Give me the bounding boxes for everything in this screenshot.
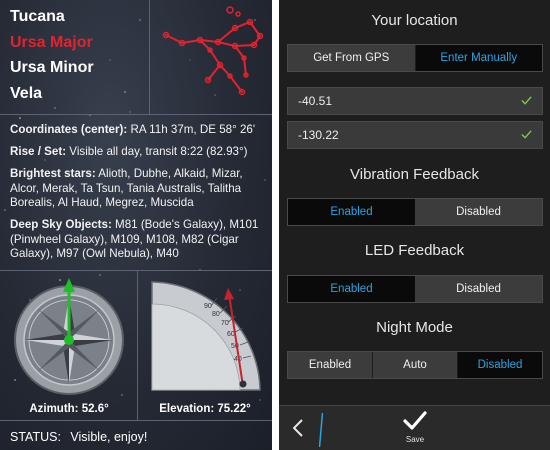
vibration-disabled-option[interactable]: Disabled <box>415 199 542 225</box>
vibration-title: Vibration Feedback <box>350 166 479 183</box>
led-title: LED Feedback <box>364 242 465 259</box>
constellation-item[interactable]: Vela <box>10 81 94 107</box>
deep-sky-label: Deep Sky Objects: <box>10 218 112 231</box>
constellation-item[interactable]: Ursa Minor <box>10 55 94 81</box>
elevation-tick-label: 80 <box>212 311 220 318</box>
tab-indicator <box>319 413 323 447</box>
elevation-readout: Elevation: 75.22° <box>139 403 271 415</box>
manual-option[interactable]: Enter Manually <box>415 45 542 71</box>
night-mode-toggle: Enabled Auto Disabled <box>287 351 543 379</box>
elevation-tick-label: 70 <box>221 320 229 327</box>
deep-sky-info: Deep Sky Objects: M81 (Bode's Galaxy), M… <box>10 218 266 262</box>
elevation-label: Elevation: <box>159 403 215 415</box>
rise-set-info: Rise / Set: Visible all day, transit 8:2… <box>10 145 266 160</box>
status-value: Visible, enjoy! <box>70 430 148 444</box>
compass-dial[interactable] <box>3 272 135 400</box>
check-icon <box>521 130 532 139</box>
save-button[interactable]: Save <box>399 410 431 444</box>
rise-set-label: Rise / Set: <box>10 145 67 158</box>
rise-set-value: Visible all day, transit 8:22 (82.93°) <box>69 145 248 158</box>
divider <box>137 270 138 420</box>
constellation-diagram <box>162 6 264 96</box>
status-bar: STATUS: Visible, enjoy! <box>10 430 147 444</box>
divider <box>0 270 272 271</box>
constellation-item[interactable]: Tucana <box>10 4 94 30</box>
coordinates-info: Coordinates (center): RA 11h 37m, DE 58°… <box>10 123 266 138</box>
brightest-stars-label: Brightest stars: <box>10 167 96 180</box>
night-auto-option[interactable]: Auto <box>373 352 458 378</box>
led-toggle: Enabled Disabled <box>287 275 543 303</box>
latitude-value: -40.51 <box>298 94 333 108</box>
azimuth-label: Azimuth: <box>29 403 79 415</box>
longitude-field[interactable]: -130.22 <box>287 121 543 149</box>
status-label: STATUS: <box>10 430 61 444</box>
led-disabled-option[interactable]: Disabled <box>415 276 542 302</box>
settings-screen: Your location Get From GPS Enter Manuall… <box>279 0 550 450</box>
location-title: Your location <box>371 12 458 29</box>
latitude-field[interactable]: -40.51 <box>287 87 543 115</box>
night-mode-title: Night Mode <box>376 319 453 336</box>
save-label: Save <box>405 435 425 444</box>
constellation-list: Tucana Ursa Major Ursa Minor Vela <box>10 4 94 106</box>
coordinates-value: RA 11h 37m, DE 58° 26' <box>130 123 256 136</box>
night-disabled-option[interactable]: Disabled <box>458 352 542 378</box>
divider <box>0 420 272 421</box>
divider <box>0 114 272 115</box>
constellation-item-selected[interactable]: Ursa Major <box>10 30 94 56</box>
back-icon[interactable] <box>293 419 303 437</box>
constellation-screen: Tucana Ursa Major Ursa Minor Vela Coordi… <box>0 0 272 450</box>
location-mode-toggle: Get From GPS Enter Manually <box>287 44 543 72</box>
vibration-toggle: Enabled Disabled <box>287 198 543 226</box>
check-icon <box>521 96 532 105</box>
checkmark-icon <box>403 411 427 430</box>
azimuth-value: 52.6° <box>81 403 109 415</box>
brightest-stars-info: Brightest stars: Alioth, Dubhe, Alkaid, … <box>10 167 266 211</box>
coordinates-label: Coordinates (center): <box>10 123 128 136</box>
action-bar: Save <box>279 405 550 450</box>
longitude-value: -130.22 <box>298 128 339 142</box>
gps-option[interactable]: Get From GPS <box>288 45 416 71</box>
elevation-quadrant[interactable]: 90 80 70 60 50 40 <box>147 276 267 398</box>
elevation-tick-label: 90 <box>204 303 212 310</box>
night-enabled-option[interactable]: Enabled <box>288 352 373 378</box>
elevation-value: 75.22° <box>217 403 251 415</box>
elevation-tick-label: 60 <box>227 331 235 338</box>
azimuth-readout: Azimuth: 52.6° <box>3 403 135 415</box>
led-enabled-option[interactable]: Enabled <box>288 276 415 302</box>
vibration-enabled-option[interactable]: Enabled <box>288 199 415 225</box>
